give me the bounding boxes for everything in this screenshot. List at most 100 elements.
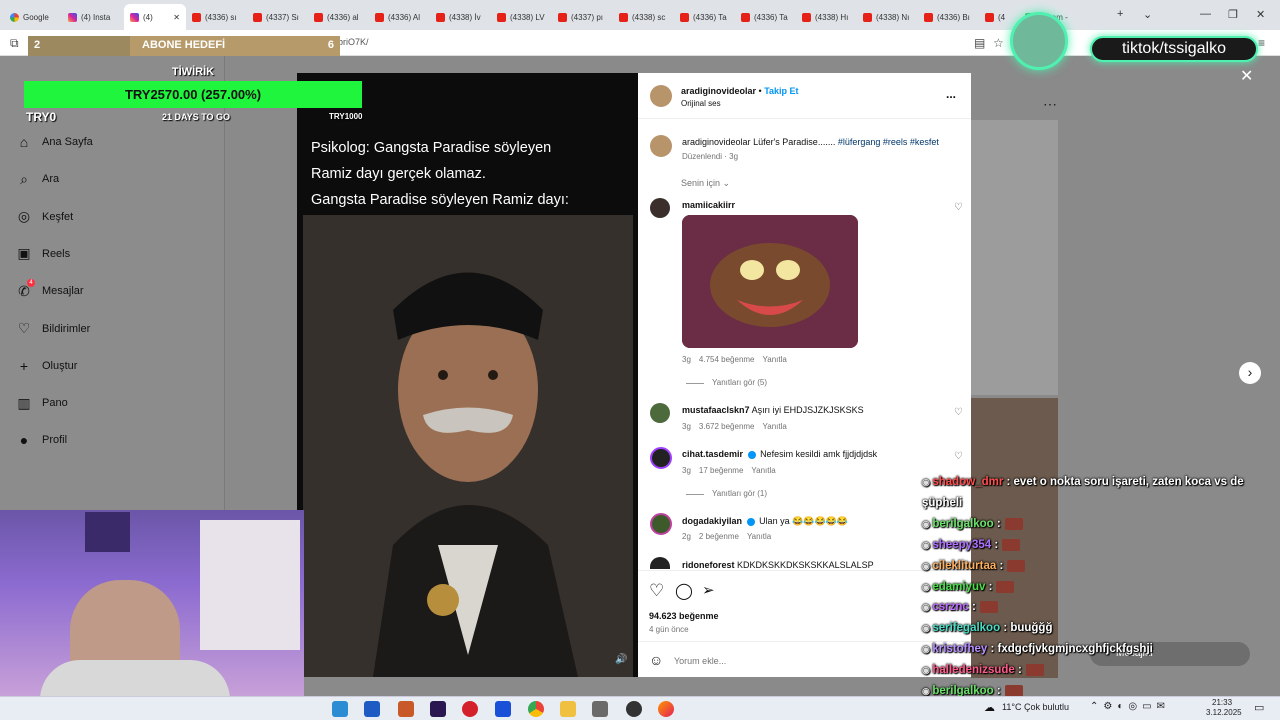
taskbar-app-icon[interactable]: [462, 701, 478, 717]
browser-tab[interactable]: (4338) İv: [430, 4, 491, 30]
audio-label[interactable]: Orijinal ses: [681, 99, 721, 108]
sidebar-item-pano[interactable]: ▥ Pano: [16, 395, 67, 411]
sidebar-item-reels[interactable]: ▣ Reels: [16, 245, 70, 262]
taskbar-app-icon[interactable]: [364, 701, 380, 717]
browser-tab[interactable]: (4338) Nı: [857, 4, 918, 30]
comment-username[interactable]: dogadakiyilan: [682, 516, 742, 526]
comment-likes[interactable]: 4.754 beğenme: [699, 355, 755, 364]
comment-username[interactable]: mustafaaclskn7: [682, 405, 750, 415]
description-user[interactable]: aradiginovideolar: [682, 137, 751, 147]
clock-time[interactable]: 21:33: [1212, 698, 1232, 707]
chat-text: :: [988, 580, 993, 593]
weather-text[interactable]: 11°C Çok bulutlu: [1002, 702, 1069, 712]
comment-likes[interactable]: 17 beğenme: [699, 466, 743, 475]
browser-tab[interactable]: (4336) Al: [369, 4, 430, 30]
browser-tab[interactable]: (4336) Ta: [674, 4, 735, 30]
follow-button[interactable]: Takip Et: [764, 86, 798, 96]
tab-list-icon[interactable]: ⌄: [1143, 8, 1152, 21]
volume-icon[interactable]: 🔊: [615, 654, 627, 665]
post-options-icon[interactable]: ...: [946, 87, 956, 101]
sidebar-item-mesajlar[interactable]: ✆ Mesajlar: [16, 283, 83, 299]
next-post-button[interactable]: ›: [1239, 362, 1261, 384]
chat-badge-icon: ◉: [922, 665, 933, 676]
firefox-icon[interactable]: [658, 701, 674, 717]
comment-like-icon[interactable]: ♡: [954, 451, 963, 462]
comment-username[interactable]: mamiicakiirr: [682, 200, 735, 210]
taskbar-app-icon[interactable]: [398, 701, 414, 717]
taskbar-app-icon[interactable]: [332, 701, 348, 717]
commenter-avatar[interactable]: [650, 447, 672, 469]
share-icon[interactable]: ➢: [702, 581, 715, 599]
sidebar-item-profil[interactable]: ● Profil: [16, 432, 67, 448]
browser-tab[interactable]: (4336) al: [308, 4, 369, 30]
chrome-icon[interactable]: [528, 701, 544, 717]
file-explorer-icon[interactable]: [560, 701, 576, 717]
comment-username[interactable]: ridoneforest: [682, 560, 735, 570]
new-tab-button[interactable]: +: [1117, 8, 1123, 20]
notification-icon[interactable]: ▭: [1254, 701, 1264, 714]
hashtags[interactable]: #lüfergang #reels #kesfet: [838, 137, 939, 147]
browser-tab[interactable]: (4336) sı: [186, 4, 247, 30]
author-username[interactable]: aradiginovideolar: [681, 86, 756, 96]
close-icon[interactable]: ✕: [1240, 66, 1253, 86]
author-avatar[interactable]: [650, 85, 672, 107]
browser-tab[interactable]: (4) ✕: [124, 4, 186, 30]
browser-tab[interactable]: (4338) Hı: [796, 4, 857, 30]
close-tab-icon[interactable]: ✕: [173, 13, 180, 22]
reply-link[interactable]: Yanıtla: [751, 466, 775, 475]
browser-tab[interactable]: (4338) LV: [491, 4, 552, 30]
browser-tab[interactable]: Google: [4, 4, 62, 30]
taskbar-app-icon[interactable]: [592, 701, 608, 717]
comment-username[interactable]: cihat.tasdemir: [682, 449, 743, 459]
emoji-icon[interactable]: ☺: [649, 652, 663, 668]
clock-date[interactable]: 3.12.2025: [1206, 708, 1242, 717]
commenter-avatar[interactable]: [650, 198, 670, 218]
browser-tab[interactable]: (4336) Bı: [918, 4, 979, 30]
comment-likes[interactable]: 3.672 beğenme: [699, 422, 755, 431]
commenter-avatar[interactable]: [650, 513, 672, 535]
view-replies[interactable]: Yanıtları gör (5): [686, 378, 767, 387]
browser-tab[interactable]: (4) Insta: [62, 4, 124, 30]
bookmark-star-icon[interactable]: ☆: [993, 36, 1004, 50]
browser-tab[interactable]: (4338) sc: [613, 4, 674, 30]
view-replies[interactable]: Yanıtları gör (1): [686, 489, 767, 498]
obs-icon[interactable]: [626, 701, 642, 717]
author-avatar[interactable]: [650, 135, 672, 157]
sidebar-item-ana-sayfa[interactable]: ⌂ Ana Sayfa: [16, 134, 93, 150]
sort-dropdown[interactable]: Senin için ⌄: [681, 178, 730, 189]
comment-gif[interactable]: [682, 215, 858, 348]
commenter-avatar[interactable]: [650, 557, 670, 569]
sidebar-item-keşfet[interactable]: ◎ Keşfet: [16, 208, 73, 225]
browser-tab[interactable]: (4337) pı: [552, 4, 613, 30]
sidebar-toggle-icon[interactable]: ⧉: [10, 36, 19, 51]
maximize-icon[interactable]: ❐: [1228, 8, 1238, 21]
sidebar-item-oluştur[interactable]: + Oluştur: [16, 358, 78, 374]
sidebar-item-ara[interactable]: ⌕ Ara: [16, 171, 59, 187]
comment-input[interactable]: [674, 653, 904, 669]
comment-bubble-icon[interactable]: ◯: [675, 581, 693, 601]
minimize-icon[interactable]: —: [1200, 8, 1211, 20]
more-options-icon[interactable]: ⋯: [1043, 96, 1057, 113]
browser-tab[interactable]: (4337) Sı: [247, 4, 308, 30]
close-window-icon[interactable]: ✕: [1256, 8, 1265, 21]
reply-link[interactable]: Yanıtla: [747, 532, 771, 541]
like-count[interactable]: 94.623 beğenme: [649, 611, 719, 621]
menu-icon[interactable]: ≡: [1258, 36, 1265, 50]
chat-text: : buuğğğ: [1003, 622, 1053, 635]
reader-icon[interactable]: ▤: [974, 36, 985, 50]
post-video[interactable]: Psikolog: Gangsta Paradise söyleyen Rami…: [297, 73, 638, 677]
taskbar-app-icon[interactable]: [430, 701, 446, 717]
comment-likes[interactable]: 2 beğenme: [699, 532, 739, 541]
reply-link[interactable]: Yanıtla: [763, 422, 787, 431]
comment-like-icon[interactable]: ♡: [954, 407, 963, 418]
taskbar-app-icon[interactable]: [495, 701, 511, 717]
like-heart-icon[interactable]: ♡: [649, 581, 664, 601]
sidebar-item-bildirimler[interactable]: ♡ Bildirimler: [16, 320, 91, 337]
comment-like-icon[interactable]: ♡: [954, 202, 963, 213]
reply-link[interactable]: Yanıtla: [763, 355, 787, 364]
commenter-avatar[interactable]: [650, 403, 670, 423]
browser-tab[interactable]: (4336) Ta: [735, 4, 796, 30]
chat-message: ◉ cilekliturtaa :: [922, 559, 1026, 572]
system-tray-icons[interactable]: ⌃⚙◐◎▭✉: [1090, 701, 1170, 712]
feed-thumbnail[interactable]: [971, 120, 1058, 395]
